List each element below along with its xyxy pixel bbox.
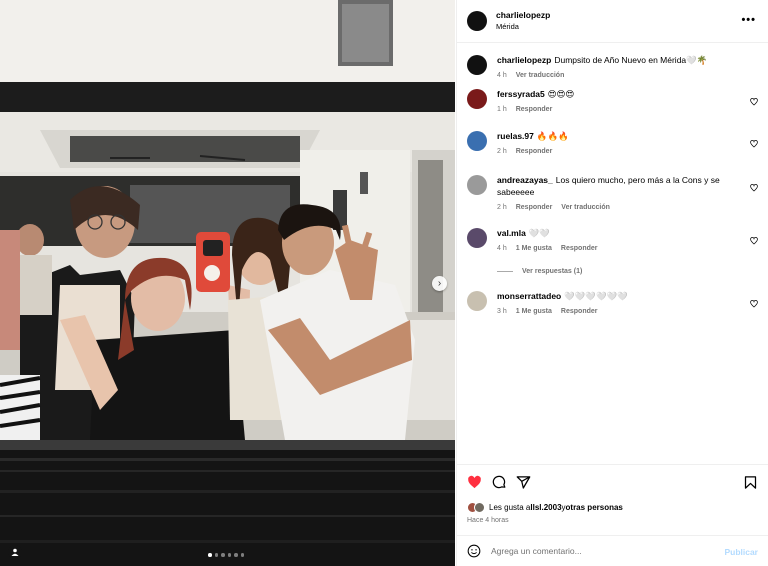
reply-link[interactable]: Responder xyxy=(561,243,598,255)
comment-icon[interactable] xyxy=(492,475,507,490)
comment-time: 1 h xyxy=(497,106,507,113)
comment-likes[interactable]: 1 Me gusta xyxy=(516,306,552,318)
reply-link[interactable]: Responder xyxy=(516,104,553,116)
comment-avatar[interactable] xyxy=(467,131,487,151)
heart-outline-icon[interactable] xyxy=(750,184,758,192)
liker-username[interactable]: llsl.2003 xyxy=(530,503,561,512)
author-username[interactable]: charlielopezp xyxy=(496,10,550,21)
carousel-dot xyxy=(240,553,244,557)
comment-avatar[interactable] xyxy=(467,89,487,109)
heart-outline-icon[interactable] xyxy=(750,237,758,245)
post-photo[interactable]: › xyxy=(0,0,455,566)
comment: ruelas.97 🔥🔥🔥 2 h Responder xyxy=(467,130,758,158)
heart-outline-icon[interactable] xyxy=(750,140,758,148)
comment-time: 4 h xyxy=(497,245,507,252)
comment-username[interactable]: andreazayas_ xyxy=(497,175,553,185)
comments-list: charlielopezp Dumpsito de Año Nuevo en Mé… xyxy=(457,44,768,464)
translate-link[interactable]: Ver traducción xyxy=(561,202,610,214)
heart-filled-icon[interactable] xyxy=(467,475,482,490)
comment-avatar[interactable] xyxy=(467,291,487,311)
comment-username[interactable]: ruelas.97 xyxy=(497,131,534,141)
carousel-dot xyxy=(227,553,231,557)
carousel-dot xyxy=(221,553,225,557)
reply-link[interactable]: Responder xyxy=(516,202,553,214)
liker-avatar xyxy=(474,502,485,513)
comment-time: 2 h xyxy=(497,204,507,211)
more-options-button[interactable]: ••• xyxy=(741,14,756,26)
tagged-users-button[interactable] xyxy=(8,545,22,559)
person-icon xyxy=(11,548,19,556)
comment-avatar[interactable] xyxy=(467,175,487,195)
comment-time: 2 h xyxy=(497,148,507,155)
post-actions-area: Les gusta a llsl.2003 y otras personas H… xyxy=(457,464,768,530)
caption-avatar[interactable] xyxy=(467,55,487,75)
comment: andreazayas_ Los quiero mucho, pero más a… xyxy=(467,174,758,214)
replies-divider xyxy=(497,271,513,272)
photo-illustration xyxy=(0,0,455,566)
more-horizontal-icon: ••• xyxy=(741,14,756,26)
comment-time: 3 h xyxy=(497,308,507,315)
post-comment-button[interactable]: Publicar xyxy=(724,547,758,557)
caption-text: Dumpsito de Año Nuevo en Mérida🤍🌴 xyxy=(554,55,708,65)
reply-link[interactable]: Responder xyxy=(516,146,553,158)
comment-likes[interactable]: 1 Me gusta xyxy=(516,243,552,255)
carousel-dots xyxy=(208,553,244,557)
carousel-dot xyxy=(214,553,218,557)
likes-prefix: Les gusta a xyxy=(489,503,531,512)
caption-translate-link[interactable]: Ver traducción xyxy=(516,70,565,82)
author-avatar[interactable] xyxy=(467,11,487,31)
post-timestamp: Hace 4 horas xyxy=(467,517,509,524)
chevron-right-icon: › xyxy=(437,278,442,289)
likes-summary: Les gusta a llsl.2003 y otras personas xyxy=(467,502,623,513)
bookmark-icon[interactable] xyxy=(743,475,758,490)
heart-outline-icon[interactable] xyxy=(750,98,758,106)
carousel-dot xyxy=(208,553,212,557)
likes-others-link[interactable]: otras personas xyxy=(566,503,623,512)
comment: ferssyrada5 😍😍😍 1 h Responder xyxy=(467,88,758,116)
comment-avatar[interactable] xyxy=(467,228,487,248)
comment: monserrattadeo 🤍🤍🤍🤍🤍🤍 3 h 1 Me gusta Respond… xyxy=(467,290,758,318)
post-location[interactable]: Mérida xyxy=(496,21,550,32)
smiley-icon[interactable] xyxy=(467,544,481,558)
comment-text: 🔥🔥🔥 xyxy=(536,131,569,141)
comment-username[interactable]: monserrattadeo xyxy=(497,291,561,301)
comment-input[interactable] xyxy=(491,546,711,556)
reply-link[interactable]: Responder xyxy=(561,306,598,318)
carousel-next-button[interactable]: › xyxy=(432,276,447,291)
caption-time: 4 h xyxy=(497,72,507,79)
post-side-panel: charlielopezp Mérida ••• charlielopezp Du… xyxy=(456,0,768,566)
comment-text: 😍😍😍 xyxy=(547,89,575,99)
share-icon[interactable] xyxy=(516,475,531,490)
comment-username[interactable]: val.mla xyxy=(497,228,526,238)
comment-composer: Publicar xyxy=(457,535,768,566)
comment-username[interactable]: ferssyrada5 xyxy=(497,89,545,99)
caption: charlielopezp Dumpsito de Año Nuevo en Mé… xyxy=(467,54,758,82)
caption-username[interactable]: charlielopezp xyxy=(497,55,551,65)
comment-text: 🤍🤍 xyxy=(528,228,550,238)
comment: val.mla 🤍🤍 4 h 1 Me gusta Responder xyxy=(467,227,758,255)
post-header: charlielopezp Mérida ••• xyxy=(457,0,768,43)
view-replies-link[interactable]: Ver respuestas (1) xyxy=(497,268,582,275)
comment-text: 🤍🤍🤍🤍🤍🤍 xyxy=(564,291,628,301)
view-replies-label: Ver respuestas (1) xyxy=(522,268,583,275)
carousel-dot xyxy=(234,553,238,557)
heart-outline-icon[interactable] xyxy=(750,300,758,308)
